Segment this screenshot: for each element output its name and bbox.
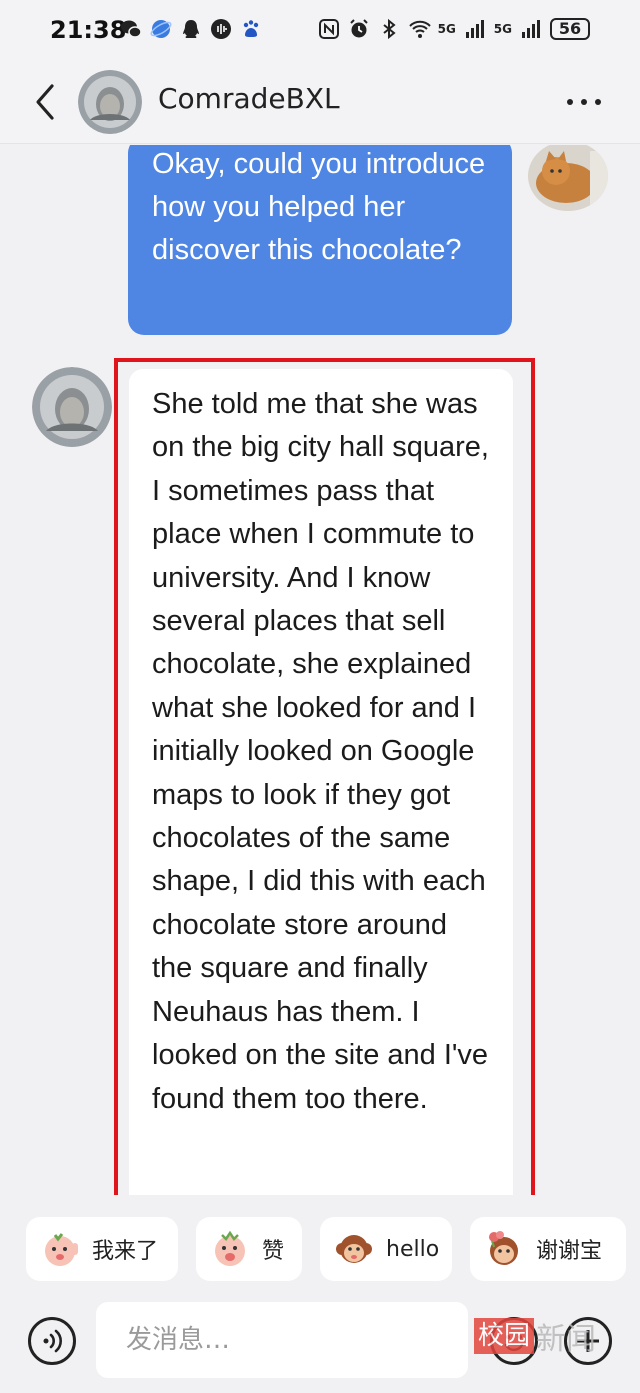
baidu-icon [240, 18, 262, 40]
cat-avatar-icon [528, 145, 608, 211]
more-dot-icon [595, 99, 601, 105]
voice-input-button[interactable] [28, 1317, 76, 1365]
bluetooth-icon [378, 18, 400, 40]
back-button[interactable] [26, 80, 66, 124]
chevron-left-icon [36, 84, 54, 120]
browser-icon [150, 18, 172, 40]
nfc-icon [318, 18, 340, 40]
watermark-text: 新闻 [536, 1322, 597, 1357]
contact-name: ComradeBXL [158, 82, 340, 115]
signal-strength-icon-2 [520, 18, 542, 40]
watermark: 校园 新闻 [474, 1314, 596, 1358]
chat-header: ComradeBXL [0, 64, 640, 144]
input-bar: 校园 新闻 [0, 1300, 640, 1393]
wifi-icon [408, 18, 431, 40]
astronaut-avatar-icon [78, 70, 142, 134]
contact-avatar[interactable] [78, 70, 142, 134]
outgoing-message-bubble[interactable]: Okay, could you introduce how you helped… [128, 145, 512, 335]
quick-reply-bar: 我来了 赞 hello 谢谢宝 [0, 1200, 640, 1302]
quick-reply-chip-2[interactable]: 赞 [196, 1217, 302, 1281]
astronaut-avatar-icon [32, 367, 112, 447]
thumbs-up-sticker-icon [215, 1230, 245, 1266]
alarm-icon [348, 18, 370, 40]
highlight-box [114, 358, 535, 1195]
voice-wave-icon [43, 1329, 62, 1353]
quick-reply-label-1: 我来了 [92, 1239, 159, 1264]
quick-reply-chip-3[interactable]: hello [320, 1217, 452, 1281]
network-label-1: 5G [437, 22, 456, 36]
wechat-icon [120, 18, 142, 40]
signal-strength-icon [464, 18, 486, 40]
status-bar: 21:38 5G 5G 56 [0, 0, 640, 64]
quick-reply-label-2: 赞 [262, 1239, 285, 1264]
more-dot-icon [567, 99, 573, 105]
message-input[interactable] [96, 1302, 468, 1378]
notification-icons [120, 18, 262, 40]
watermark-box: 校园 [474, 1318, 535, 1354]
waving-sticker-icon [45, 1233, 78, 1266]
audio-icon [210, 18, 232, 40]
message-list[interactable]: Okay, could you introduce how you helped… [0, 145, 640, 1195]
system-status-icons: 5G 5G 56 [318, 18, 590, 40]
monkey-sticker-icon [336, 1235, 372, 1263]
contact-message-avatar[interactable] [32, 367, 112, 447]
status-time: 21:38 [50, 16, 127, 44]
my-avatar[interactable] [528, 145, 608, 211]
chat-screen: 21:38 5G 5G 56 ComradeBXL Okay, could yo… [0, 0, 640, 1393]
more-options-button[interactable] [562, 90, 606, 114]
network-label-2: 5G [493, 22, 512, 36]
outgoing-message-text: Okay, could you introduce how you helped… [152, 148, 486, 266]
qq-icon [180, 18, 202, 40]
battery-level: 56 [550, 18, 590, 40]
quick-reply-label-4: 谢谢宝 [536, 1239, 603, 1264]
quick-reply-label-3: hello [386, 1236, 440, 1262]
thanks-sticker-icon [489, 1231, 518, 1265]
quick-reply-chip-4[interactable]: 谢谢宝 [470, 1217, 626, 1281]
quick-reply-chip-1[interactable]: 我来了 [26, 1217, 178, 1281]
more-dot-icon [581, 99, 587, 105]
